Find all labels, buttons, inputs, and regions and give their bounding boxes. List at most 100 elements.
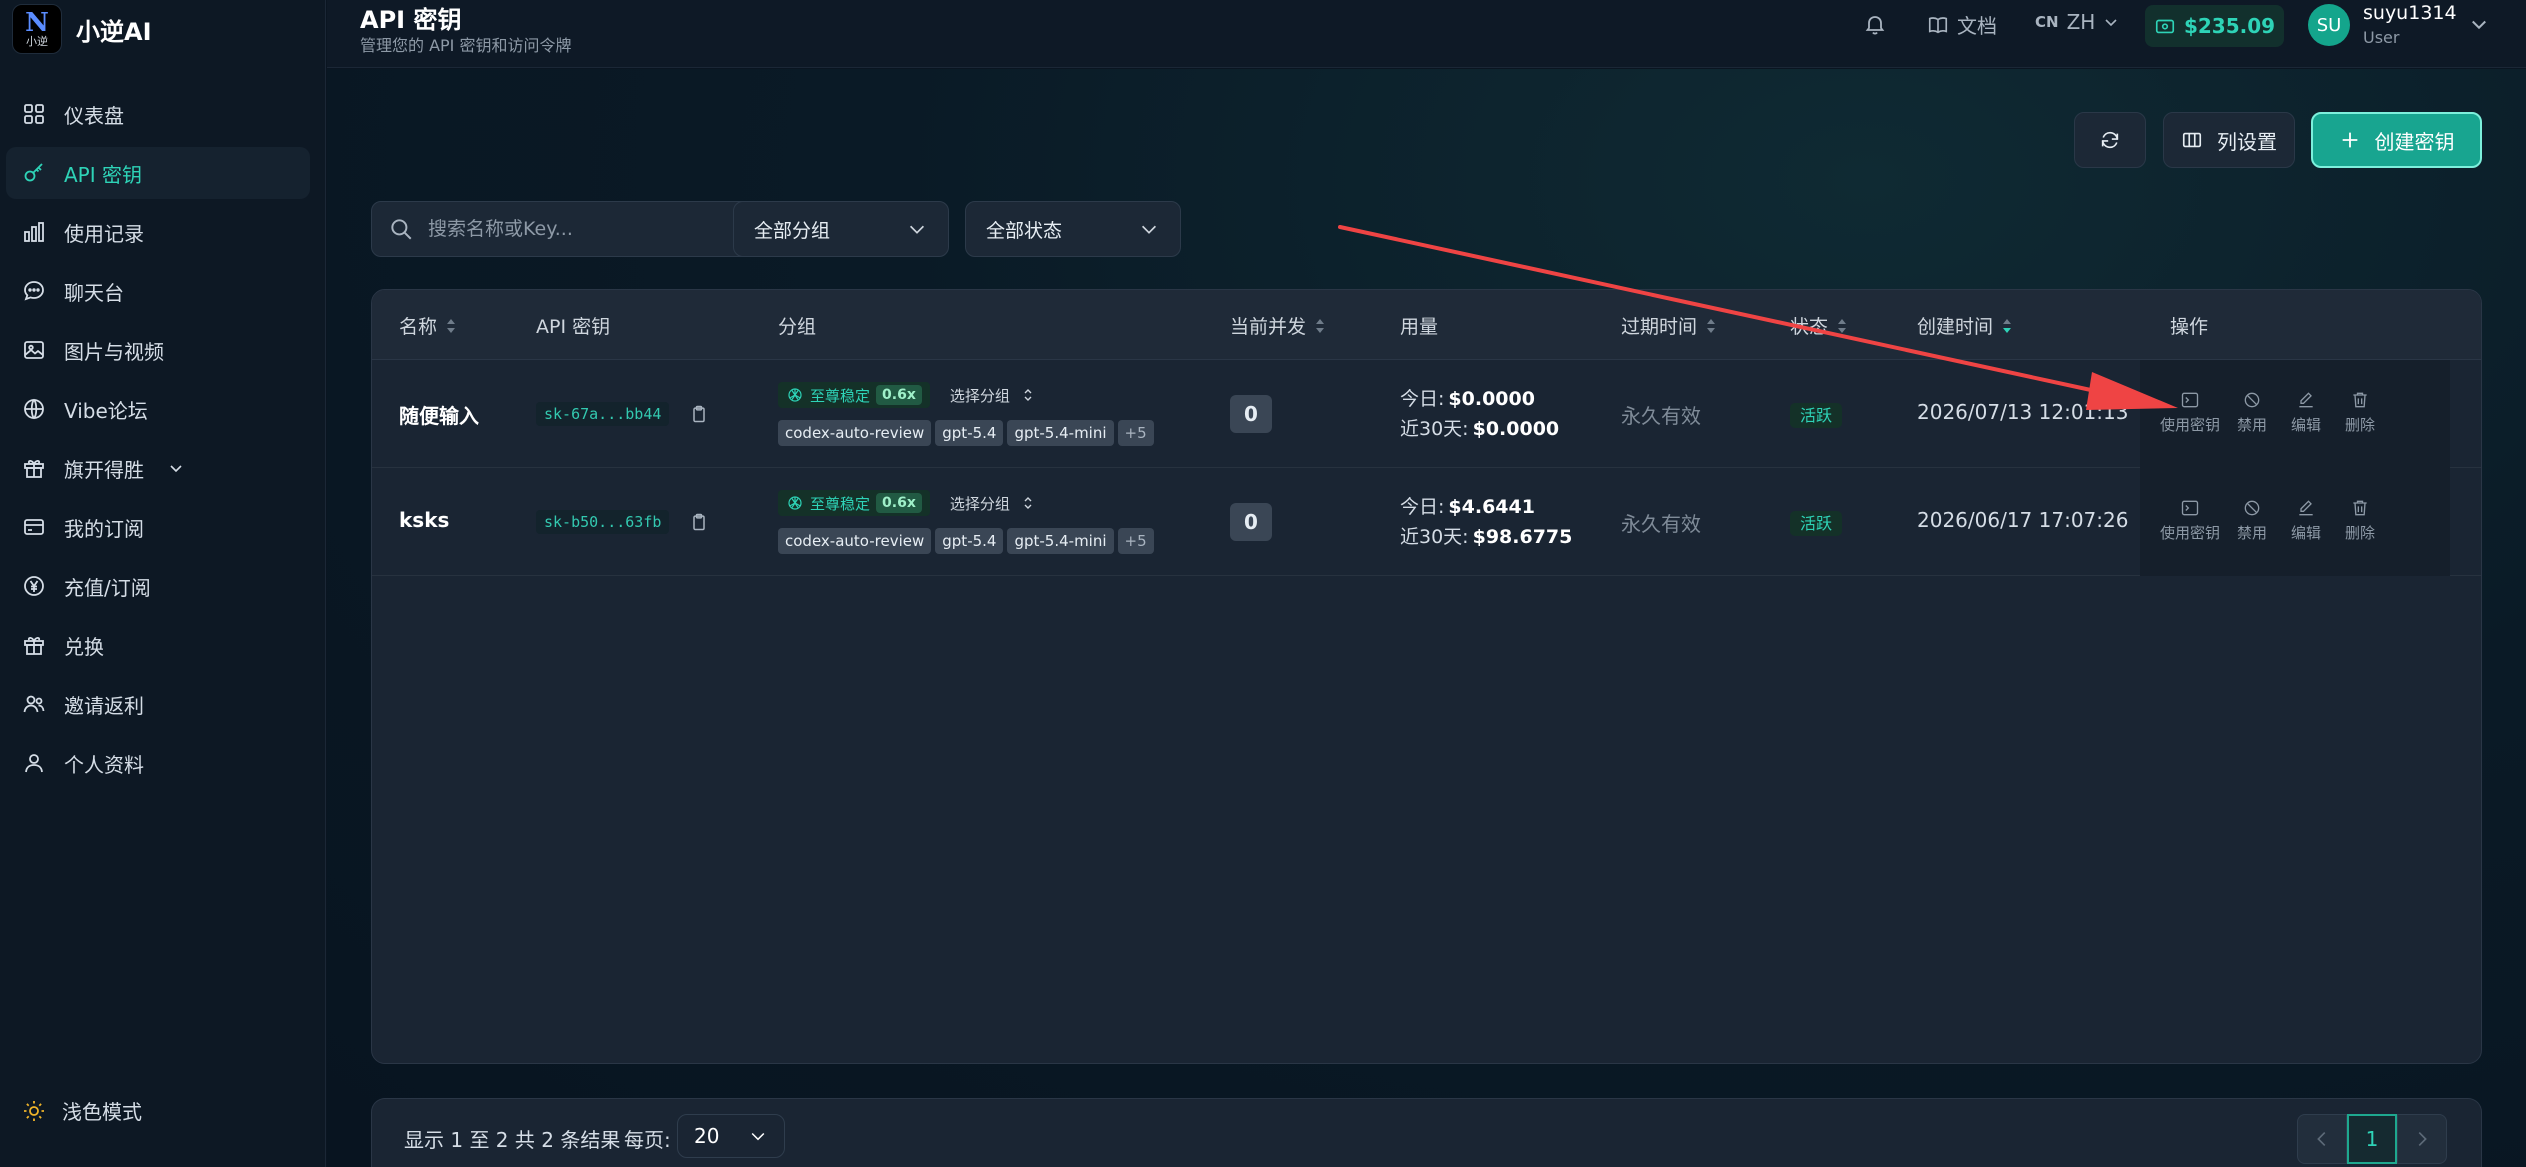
group-tag[interactable]: 至尊稳定 0.6x (778, 382, 930, 408)
sidebar-item-redeem[interactable]: 兑换 (6, 619, 310, 671)
disable-label: 禁用 (2236, 416, 2267, 434)
page-title: API 密钥 (360, 6, 462, 34)
use-key-label: 使用密钥 (2159, 416, 2220, 434)
column-header-actions: 操作 (2170, 312, 2208, 339)
more-models-tag[interactable]: +5 (1117, 528, 1154, 554)
trash-icon (2353, 500, 2367, 516)
usage-today-label: 今日: (1400, 496, 1445, 518)
group-tag[interactable]: 至尊稳定 0.6x (778, 490, 930, 516)
status-cell: 活跃 (1790, 510, 1843, 536)
sidebar-item-images-video[interactable]: 图片与视频 (6, 324, 310, 376)
sort-icon (1316, 318, 1325, 333)
terminal-icon (2181, 500, 2199, 516)
group-cell: 至尊稳定 0.6x 选择分组 (778, 382, 1034, 408)
app-logo[interactable]: N 小逆 小逆AI (12, 4, 152, 54)
table-row: 随便输入 sk-67a...bb44 至尊稳定 0.6x 选择分组 codex-… (372, 360, 2481, 468)
chevron-down-icon (1141, 225, 1157, 234)
expires-value: 永久有效 (1621, 512, 1701, 536)
use-key-button[interactable]: 使用密钥 (2155, 498, 2225, 543)
sidebar-item-label: 兑换 (64, 634, 104, 659)
users-icon (23, 695, 45, 713)
status-filter-select[interactable]: 全部状态 (965, 201, 1181, 257)
model-tag: codex-auto-review (778, 420, 932, 446)
create-key-button[interactable]: 创建密钥 (2311, 112, 2482, 168)
column-header-created[interactable]: 创建时间 (1917, 312, 2013, 339)
sidebar-item-referral[interactable]: 邀请返利 (6, 678, 310, 730)
clipboard-icon[interactable] (689, 512, 709, 532)
openai-icon (788, 388, 802, 402)
edit-button[interactable]: 编辑 (2276, 498, 2336, 543)
column-header-expires[interactable]: 过期时间 (1621, 312, 1717, 339)
choose-group-button[interactable]: 选择分组 (950, 493, 1034, 514)
model-tags: codex-auto-review gpt-5.4 gpt-5.4-mini +5 (778, 528, 1158, 554)
clipboard-icon[interactable] (689, 404, 709, 424)
bar-chart-icon (24, 222, 44, 242)
sidebar-item-recharge[interactable]: 充值/订阅 (6, 560, 310, 612)
model-tag: gpt-5.4-mini (1007, 528, 1114, 554)
sidebar-item-label: 图片与视频 (64, 339, 164, 364)
sidebar-item-chat[interactable]: 聊天台 (6, 265, 310, 317)
usage-today: $4.6441 (1448, 496, 1535, 518)
concurrency-value: 0 (1230, 395, 1272, 433)
chevron-down-icon[interactable] (2469, 14, 2489, 34)
column-settings-button[interactable]: 列设置 (2163, 112, 2295, 168)
ban-icon (2244, 392, 2260, 408)
prev-page-button[interactable] (2297, 1114, 2347, 1164)
bell-icon[interactable] (1863, 12, 1887, 36)
next-page-button[interactable] (2397, 1114, 2447, 1164)
delete-button[interactable]: 删除 (2330, 390, 2390, 435)
group-filter-select[interactable]: 全部分组 (733, 201, 949, 257)
column-header-label: 状态 (1790, 316, 1829, 338)
more-models-tag[interactable]: +5 (1117, 420, 1154, 446)
disable-button[interactable]: 禁用 (2222, 390, 2282, 435)
sidebar-item-api-keys[interactable]: API 密钥 (6, 147, 310, 199)
refresh-button[interactable] (2074, 112, 2146, 168)
column-header-group: 分组 (778, 312, 816, 339)
sidebar-item-label: 旗开得胜 (64, 457, 144, 482)
column-header-concurrency[interactable]: 当前并发 (1230, 312, 1326, 339)
group-filter-value: 全部分组 (754, 219, 831, 242)
disable-label: 禁用 (2236, 524, 2267, 542)
edit-button[interactable]: 编辑 (2276, 390, 2336, 435)
created-value: 2026/07/13 12:01:13 (1917, 400, 2129, 424)
use-key-button[interactable]: 使用密钥 (2155, 390, 2225, 435)
usage-30d-label: 近30天: (1400, 526, 1469, 548)
balance-badge[interactable]: $235.09 (2145, 5, 2284, 47)
grid-icon (24, 104, 44, 124)
group-ratio: 0.6x (876, 493, 922, 513)
sidebar-item-usage-records[interactable]: 使用记录 (6, 206, 310, 258)
sort-icon (1838, 318, 1847, 333)
key-name: ksks (399, 508, 450, 532)
sidebar-item-vibe-forum[interactable]: Vibe论坛 (6, 383, 310, 435)
choose-group-button[interactable]: 选择分组 (950, 385, 1034, 406)
disable-button[interactable]: 禁用 (2222, 498, 2282, 543)
per-page-select[interactable]: 20 (677, 1114, 785, 1158)
delete-button[interactable]: 删除 (2330, 498, 2390, 543)
wallet-icon (2155, 19, 2175, 34)
sort-icon (2003, 318, 2012, 333)
choose-group-label: 选择分组 (949, 386, 1010, 405)
theme-toggle[interactable]: 浅色模式 (22, 1096, 142, 1125)
language-switcher[interactable]: CN ZH (2035, 10, 2119, 34)
avatar[interactable]: SU (2308, 4, 2350, 46)
column-header-label: 名称 (399, 316, 438, 338)
sidebar-item-label: Vibe论坛 (64, 398, 148, 423)
logo-mark-letter: N (25, 8, 49, 38)
status-badge: 活跃 (1790, 403, 1843, 428)
sidebar-item-qikai[interactable]: 旗开得胜 (6, 442, 310, 494)
sidebar-item-dashboard[interactable]: 仪表盘 (6, 88, 310, 140)
pagination-bar: 显示 1 至 2 共 2 条结果 每页: 20 1 (371, 1098, 2482, 1167)
page-number-button[interactable]: 1 (2347, 1114, 2397, 1164)
sidebar-item-label: 个人资料 (64, 752, 144, 777)
search-input[interactable] (428, 218, 748, 240)
column-header-name[interactable]: 名称 (399, 312, 457, 339)
docs-link[interactable]: 文档 (1927, 10, 1997, 39)
column-header-status[interactable]: 状态 (1790, 312, 1848, 339)
sidebar-item-profile[interactable]: 个人资料 (6, 737, 310, 789)
usage-today-label: 今日: (1400, 388, 1445, 410)
sidebar-item-my-subscription[interactable]: 我的订阅 (6, 501, 310, 553)
sidebar-item-label: 聊天台 (64, 280, 124, 305)
edit-icon (2299, 392, 2313, 408)
user-name[interactable]: suyu1314 (2363, 2, 2457, 24)
usage-30d: $98.6775 (1472, 526, 1573, 548)
